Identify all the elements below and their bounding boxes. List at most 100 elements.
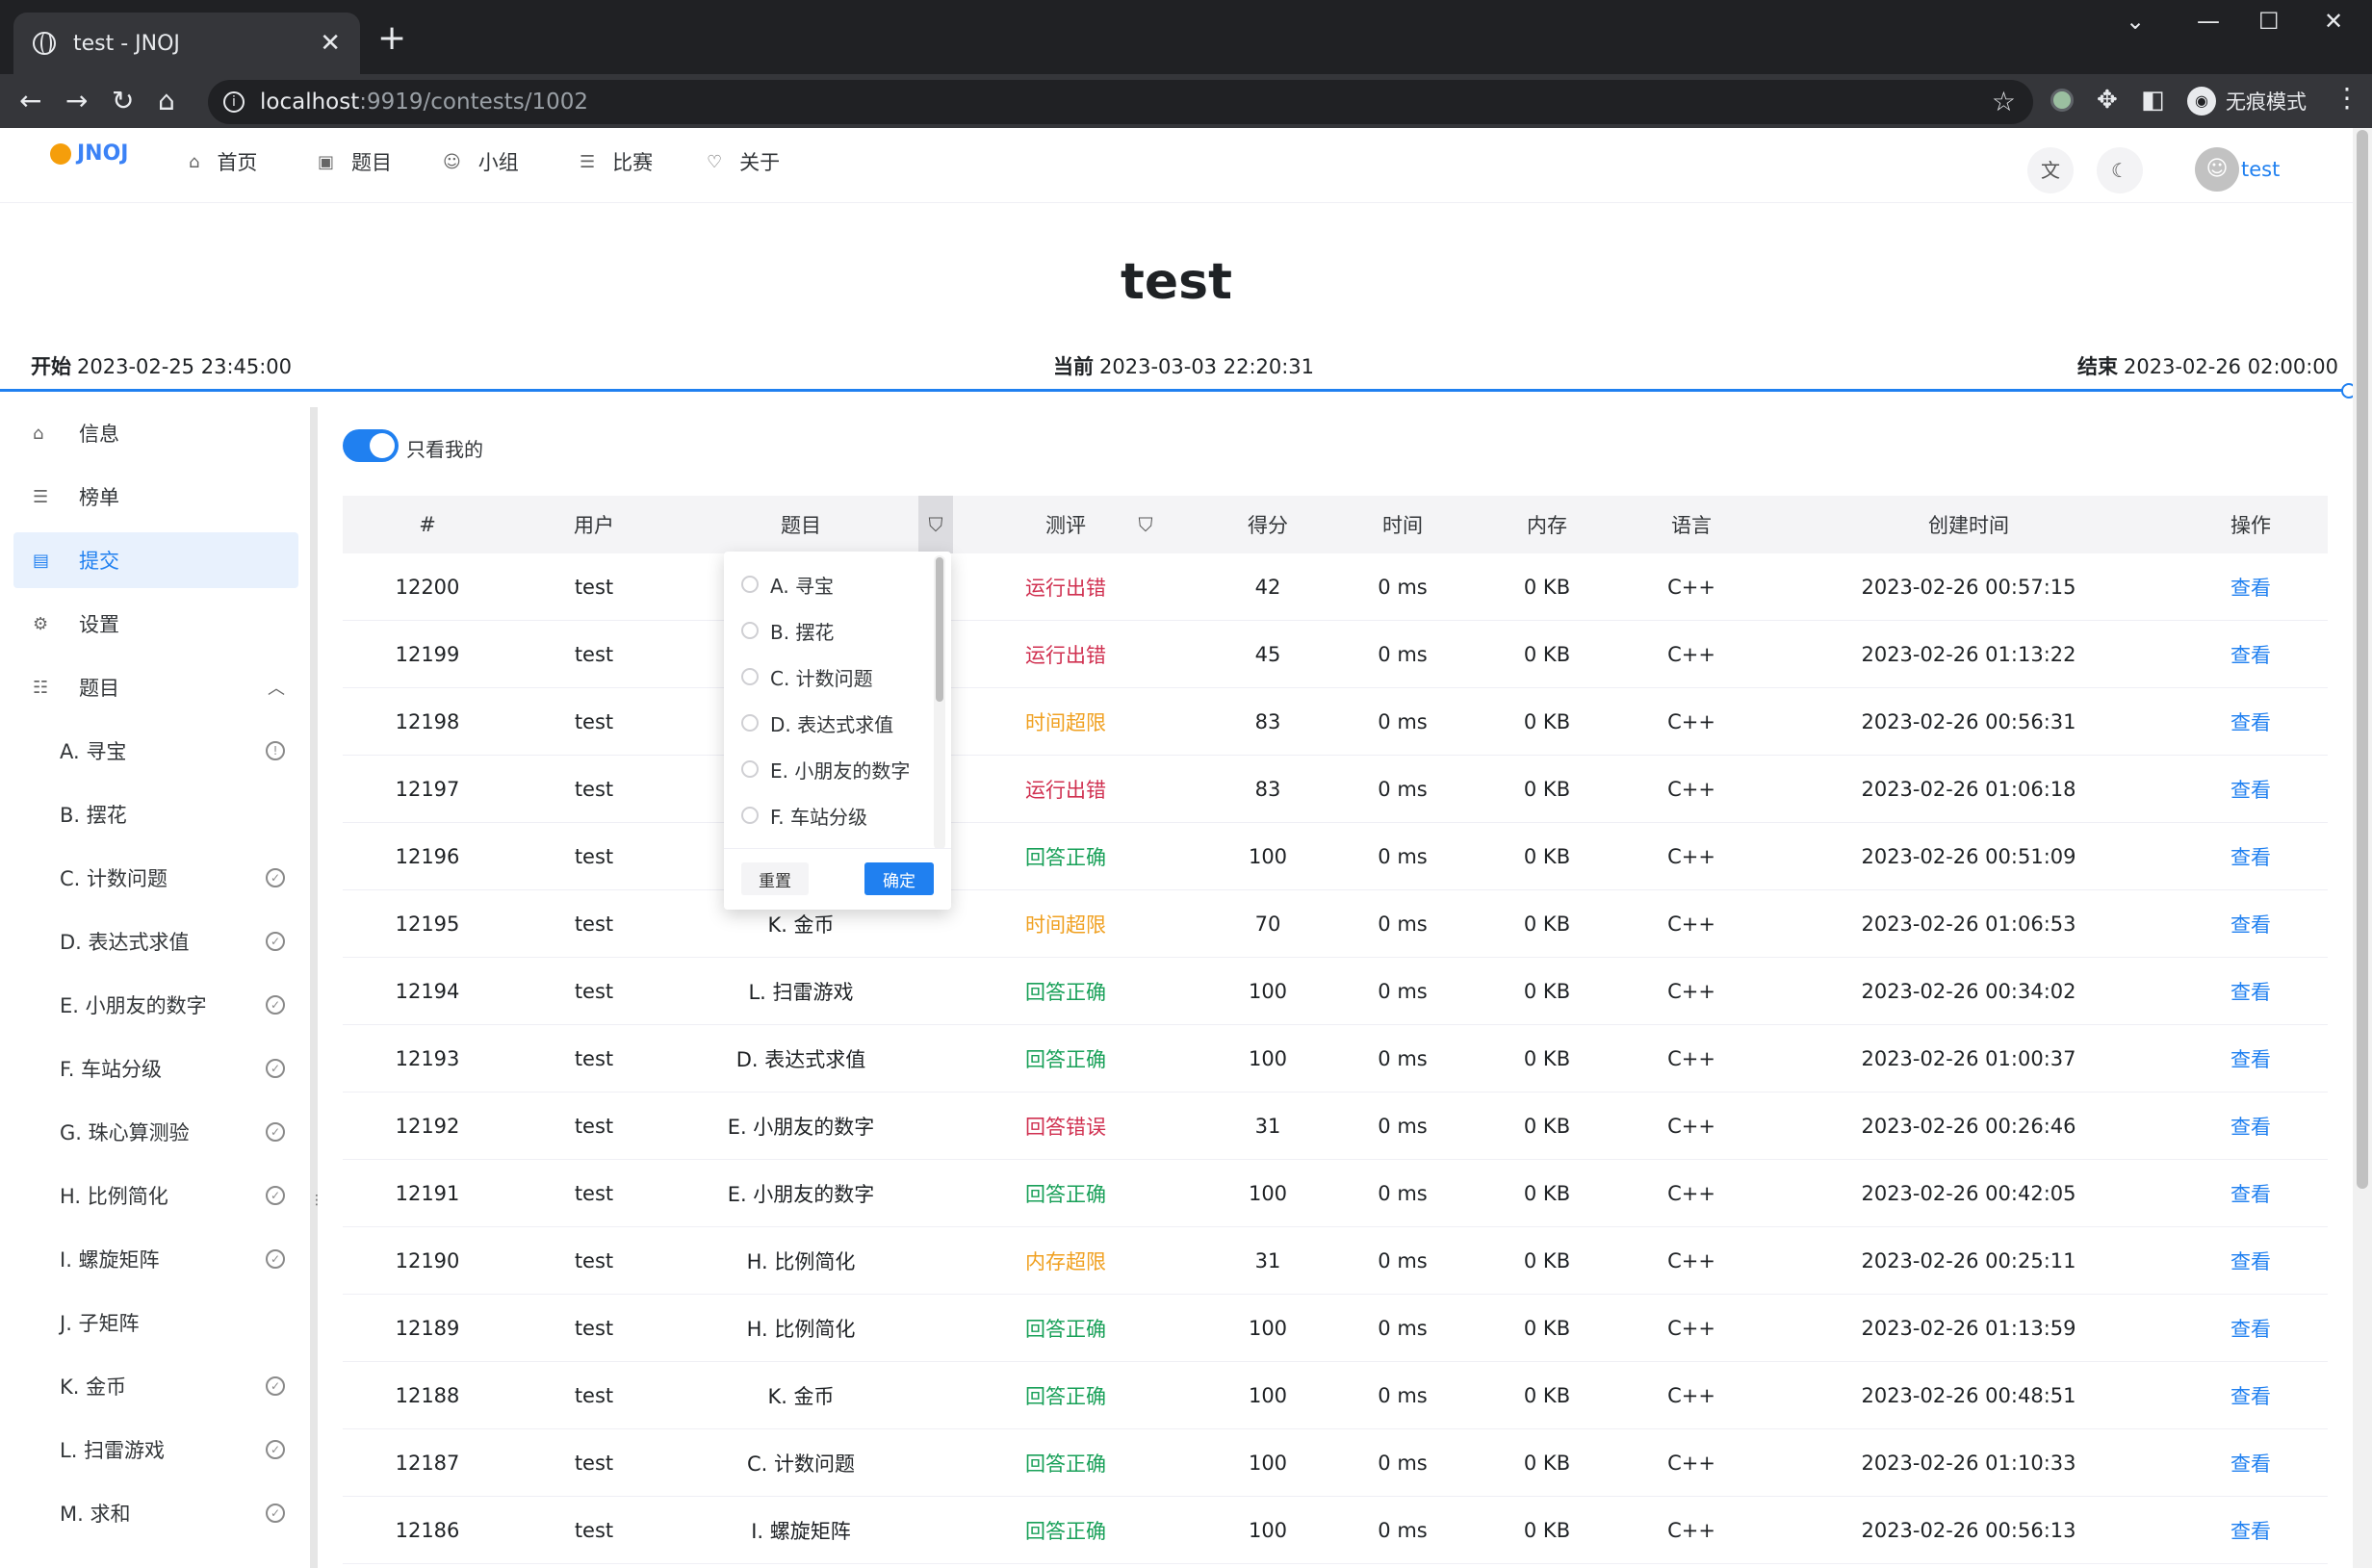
check-circle-icon: ✓ [266,1440,285,1459]
column-header[interactable]: 测评 [926,496,1205,553]
popover-footer: 重置 确定 [724,848,951,910]
sidebar-problem-item[interactable]: L. 扫雷游戏 ✓ [13,1422,298,1478]
problem-filter-icon[interactable]: ⛉ [918,496,953,553]
check-circle-icon: ✓ [266,1376,285,1396]
radio-icon[interactable] [741,622,759,639]
view-link[interactable]: 查看 [2174,621,2328,687]
view-link[interactable]: 查看 [2174,1429,2328,1496]
cell-created: 2023-02-26 00:34:02 [1861,979,2076,1003]
sidebar-problem-item[interactable]: A. 寻宝! [13,723,298,779]
popover-scrollbar-thumb[interactable] [936,557,943,702]
reload-icon[interactable]: ↻ [112,84,134,118]
view-link[interactable]: 查看 [2174,1362,2328,1428]
view-link[interactable]: 查看 [2174,1227,2328,1294]
address-bar[interactable]: i localhost :9919/contests/1002 ☆ [208,80,2033,124]
sidebar-item-3[interactable]: ⚙ 设置 [13,596,298,652]
user-menu[interactable]: ☺ test [2195,147,2280,192]
filter-option[interactable]: E. 小朋友的数字 [741,746,910,792]
back-icon[interactable]: ← [19,84,41,118]
browser-tab[interactable]: test - JNOJ ✕ [13,13,360,74]
new-tab-button[interactable]: + [377,19,406,58]
view-link[interactable]: 查看 [2174,890,2328,957]
sidebar-item-1[interactable]: ☰ 榜单 [13,469,298,525]
radio-icon[interactable] [741,714,759,732]
check-circle-icon: ✓ [266,1504,285,1523]
nav-item-0[interactable]: ⌂ 首页 [189,147,257,176]
forward-icon[interactable]: → [65,84,88,118]
view-link[interactable]: 查看 [2174,958,2328,1024]
extensions-puzzle-icon[interactable]: ✥ [2097,86,2118,115]
filter-option[interactable]: B. 摆花 [741,607,834,654]
sidebar-problem-item[interactable]: F. 车站分级 ✓ [13,1041,298,1096]
page-scrollbar-thumb[interactable] [2357,130,2368,1189]
view-link[interactable]: 查看 [2174,1295,2328,1361]
nav-item-label: 关于 [739,151,781,174]
sidebar-problem-item[interactable]: K. 金币 ✓ [13,1358,298,1414]
sidebar-problem-item[interactable]: I. 螺旋矩阵 ✓ [13,1231,298,1287]
filter-option[interactable]: D. 表达式求值 [741,700,893,746]
extension-dot-icon[interactable] [2050,89,2074,112]
sidebar-item-0[interactable]: ⌂ 信息 [13,405,298,461]
nav-item-1[interactable]: ▣ 题目 [318,147,392,176]
sidebar-problem-item[interactable]: J. 子矩阵 [13,1295,298,1350]
radio-icon[interactable] [741,807,759,824]
maximize-icon[interactable]: ☐ [2258,8,2280,35]
confirm-button[interactable]: 确定 [864,862,934,895]
sidebar-problem-item[interactable]: B. 摆花 [13,786,298,842]
sidebar-divider[interactable] [310,407,318,1568]
filter-option[interactable]: F. 车站分级 [741,792,867,838]
dark-mode-moon-icon[interactable]: ☾ [2097,147,2143,193]
sidebar-item-2[interactable]: ▤ 提交 [13,532,298,588]
radio-icon[interactable] [741,668,759,685]
status-filter-icon[interactable]: ⛉ [1128,496,1163,553]
drag-handle-icon[interactable]: ⋮ [310,1193,323,1208]
chevron-up-icon[interactable]: ︿ [268,675,285,700]
column-header[interactable]: 题目 [676,496,926,553]
filter-option-label: E. 小朋友的数字 [770,758,911,783]
sidebar-problem-item[interactable]: M. 求和 ✓ [13,1485,298,1541]
sidebar-problem-item[interactable]: E. 小朋友的数字 ✓ [13,977,298,1033]
site-info-icon[interactable]: i [223,91,245,113]
translate-icon[interactable]: 文 [2027,147,2074,193]
sidebar-problem-item[interactable]: C. 计数问题 ✓ [13,850,298,906]
sidebar-problem-label: E. 小朋友的数字 [60,994,207,1017]
side-panel-icon[interactable]: ◧ [2141,86,2165,115]
cell-time: 0 ms [1378,979,1428,1003]
view-link[interactable]: 查看 [2174,1092,2328,1159]
filter-option[interactable]: C. 计数问题 [741,654,873,700]
site-logo[interactable]: JNOJ [50,141,129,166]
view-link[interactable]: 查看 [2174,823,2328,889]
view-link[interactable]: 查看 [2174,1025,2328,1092]
sidebar-item-4[interactable]: ☷ 题目 ︿ [13,659,298,715]
reset-button[interactable]: 重置 [741,862,809,895]
tab-search-icon[interactable]: ⌄ [2126,8,2145,35]
table-row: 12194 test L. 扫雷游戏 回答正确 100 0 ms 0 KB C++ 2023-0… [343,958,2328,1025]
sidebar-problem-label: B. 摆花 [60,804,127,827]
cell-id: 12190 [395,1248,460,1272]
filter-option[interactable]: A. 寻宝 [741,561,834,607]
bookmark-star-icon[interactable]: ☆ [1992,86,2016,117]
nav-item-2[interactable]: ☺ 小组 [443,147,519,176]
table-row: 12187 test C. 计数问题 回答正确 100 0 ms 0 KB C++ 2023-0… [343,1429,2328,1497]
view-link[interactable]: 查看 [2174,1497,2328,1563]
view-link[interactable]: 查看 [2174,553,2328,620]
only-mine-switch[interactable] [343,429,399,462]
view-link[interactable]: 查看 [2174,1160,2328,1226]
home-icon[interactable]: ⌂ [158,84,175,118]
view-link[interactable]: 查看 [2174,756,2328,822]
check-circle-icon: ✓ [266,1186,285,1205]
nav-item-4[interactable]: ♡ 关于 [707,147,780,176]
radio-icon[interactable] [741,760,759,778]
minimize-icon[interactable]: — [2197,8,2220,35]
browser-menu-icon[interactable]: ⋮ [2333,82,2360,114]
close-window-icon[interactable]: ✕ [2324,8,2343,35]
sidebar-problem-item[interactable]: G. 珠心算测验 ✓ [13,1104,298,1160]
contest-progress-bar [0,389,2353,392]
radio-icon[interactable] [741,576,759,593]
view-link[interactable]: 查看 [2174,688,2328,755]
close-tab-icon[interactable]: ✕ [320,29,341,58]
incognito-indicator[interactable]: ◉ 无痕模式 [2187,86,2307,116]
sidebar-problem-item[interactable]: D. 表达式求值 ✓ [13,913,298,969]
nav-item-3[interactable]: ☰ 比赛 [580,147,653,176]
sidebar-problem-item[interactable]: H. 比例简化 ✓ [13,1168,298,1223]
